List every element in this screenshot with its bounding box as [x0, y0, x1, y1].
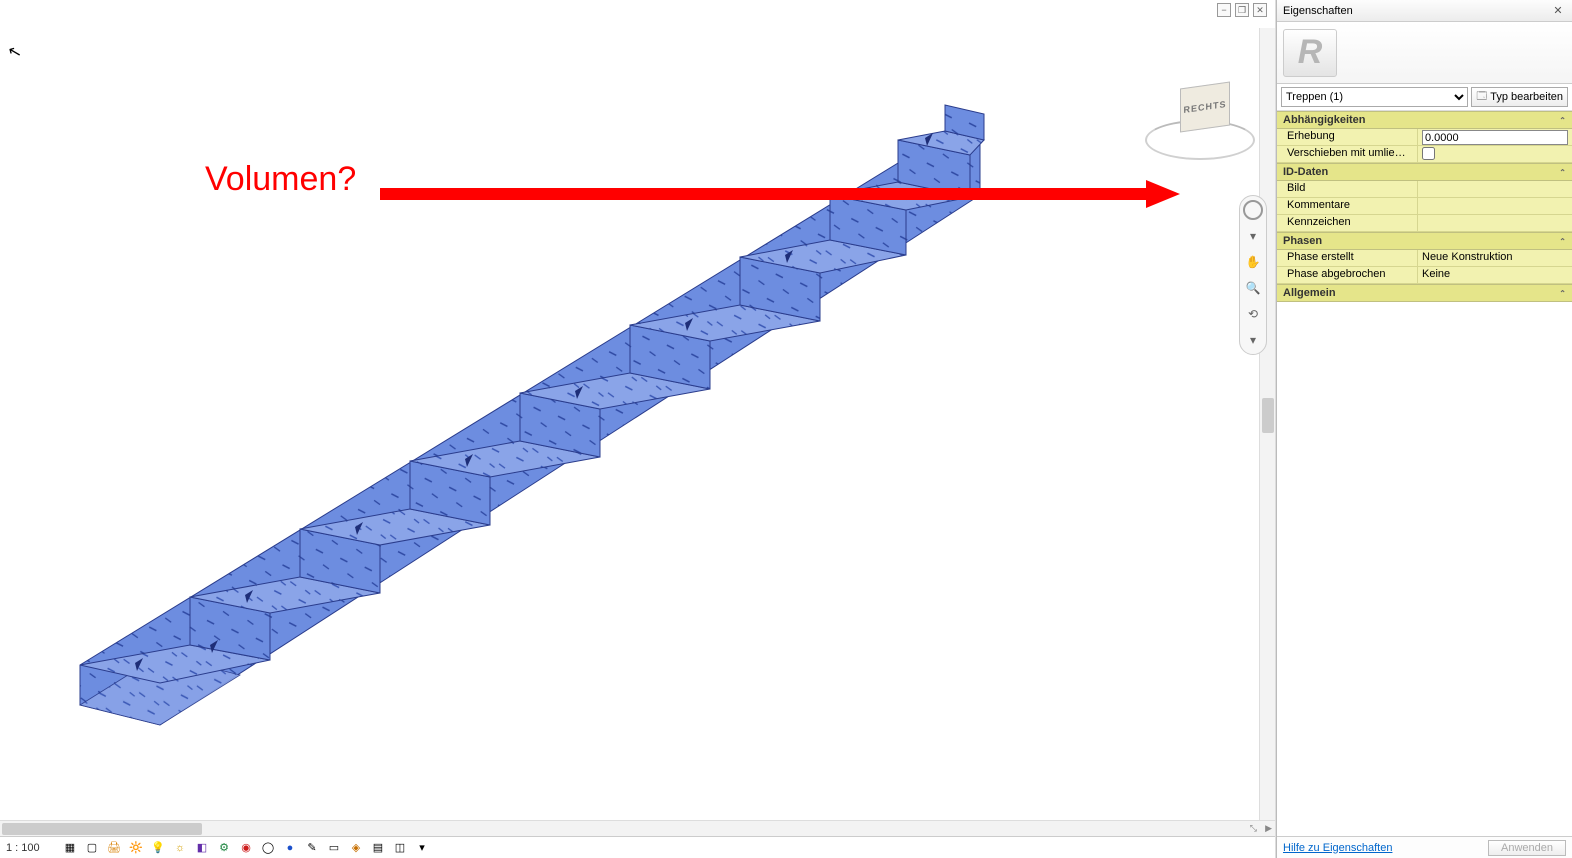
nav-expand-icon[interactable]: ▾ [1243, 226, 1263, 246]
property-value[interactable] [1417, 181, 1572, 197]
orbit-icon[interactable]: ⟲ [1243, 304, 1263, 324]
nav-more-icon[interactable]: ▾ [1243, 330, 1263, 350]
statusbar-icon-5[interactable]: ☼ [172, 840, 188, 856]
property-name: Kennzeichen [1277, 215, 1417, 231]
statusbar-icon-11[interactable]: ✎ [304, 840, 320, 856]
statusbar-icon-0[interactable]: ▦ [62, 840, 78, 856]
statusbar-icon-13[interactable]: ◈ [348, 840, 364, 856]
property-name: Kommentare [1277, 198, 1417, 214]
property-value[interactable] [1417, 215, 1572, 231]
statusbar-icon-9[interactable]: ◯ [260, 840, 276, 856]
edit-type-icon: 🗔 [1476, 89, 1487, 106]
property-group-header[interactable]: Abhängigkeiten⌃ [1277, 111, 1572, 129]
statusbar-icon-14[interactable]: ▤ [370, 840, 386, 856]
view-restore-button[interactable]: ❐ [1235, 3, 1249, 17]
panel-close-icon[interactable]: ✕ [1550, 3, 1566, 19]
viewcube-face-right[interactable]: RECHTS [1180, 81, 1230, 132]
mouse-cursor-icon: ↖ [6, 41, 24, 64]
property-value[interactable] [1417, 129, 1572, 145]
expand-icon[interactable]: ⌃ [1559, 116, 1566, 125]
statusbar-icon-16[interactable]: ▾ [414, 840, 430, 856]
property-value[interactable] [1417, 198, 1572, 214]
expand-icon[interactable]: ⌃ [1559, 168, 1566, 177]
expand-icon[interactable]: ⌃ [1559, 289, 1566, 298]
statusbar-icon-10[interactable]: ● [282, 840, 298, 856]
property-row[interactable]: Bild [1277, 181, 1572, 198]
viewcube[interactable]: RECHTS [1145, 85, 1255, 170]
arrow-shaft [380, 188, 1150, 200]
property-row[interactable]: Verschieben mit umlieg... [1277, 146, 1572, 163]
property-row[interactable]: Phase erstelltNeue Konstruktion [1277, 250, 1572, 267]
type-selector-dropdown[interactable]: Treppen (1) [1281, 87, 1468, 107]
property-row[interactable]: Erhebung [1277, 129, 1572, 146]
property-name: Erhebung [1277, 129, 1417, 145]
viewport-scroll-vertical[interactable] [1259, 28, 1275, 820]
type-preview: R [1277, 22, 1572, 84]
statusbar-icon-1[interactable]: ▢ [84, 840, 100, 856]
viewport-3d[interactable]: ↖ − ❐ ✕ RECHTS ▾ ✋ 🔍 ⟲ ▾ Volumen? [0, 0, 1276, 858]
steering-wheel-icon[interactable] [1243, 200, 1263, 220]
statusbar-icon-12[interactable]: ▭ [326, 840, 342, 856]
property-value[interactable] [1417, 146, 1572, 162]
property-checkbox[interactable] [1422, 147, 1435, 160]
annotation-label: Volumen? [205, 160, 356, 199]
apply-button[interactable]: Anwenden [1488, 840, 1566, 856]
expand-icon[interactable]: ⌃ [1559, 237, 1566, 246]
edit-type-button[interactable]: 🗔 Typ bearbeiten [1471, 87, 1568, 107]
edit-type-label: Typ bearbeiten [1490, 91, 1563, 103]
statusbar-icon-8[interactable]: ◉ [238, 840, 254, 856]
zoom-icon[interactable]: 🔍 [1243, 278, 1263, 298]
property-name: Bild [1277, 181, 1417, 197]
scroll-right-arrow-icon[interactable]: ▶ [1265, 823, 1272, 834]
statusbar-icon-4[interactable]: 💡 [150, 840, 166, 856]
properties-title-label: Eigenschaften [1283, 5, 1353, 17]
properties-list[interactable]: Abhängigkeiten⌃ErhebungVerschieben mit u… [1277, 111, 1572, 836]
arrow-head-icon [1146, 180, 1180, 208]
annotation-arrow [380, 180, 1180, 208]
scroll-resize-icon[interactable]: ⤡ [1250, 823, 1257, 834]
property-name: Verschieben mit umlieg... [1277, 146, 1417, 162]
property-name: Phase erstellt [1277, 250, 1417, 266]
revit-logo-icon: R [1283, 29, 1337, 77]
view-minimize-button[interactable]: − [1217, 3, 1231, 17]
view-control-bar: 1 : 100 ▦ ▢ 🖨 🔆 💡 ☼ ◧ ⚙ ◉ ◯ ● ✎ ▭ ◈ ▤ ◫ … [0, 836, 1275, 858]
statusbar-icon-15[interactable]: ◫ [392, 840, 408, 856]
viewport-scroll-horizontal[interactable]: ⤡ ▶ [0, 820, 1275, 836]
statusbar-icon-3[interactable]: 🔆 [128, 840, 144, 856]
property-row[interactable]: Kommentare [1277, 198, 1572, 215]
property-name: Phase abgebrochen [1277, 267, 1417, 283]
pan-icon[interactable]: ✋ [1243, 252, 1263, 272]
properties-panel-title-bar[interactable]: Eigenschaften ✕ [1277, 0, 1572, 22]
statusbar-icon-2[interactable]: 🖨 [106, 840, 122, 856]
properties-panel: Eigenschaften ✕ R Treppen (1) 🗔 Typ bear… [1276, 0, 1572, 858]
scroll-v-thumb[interactable] [1262, 398, 1274, 433]
app-root: ↖ − ❐ ✕ RECHTS ▾ ✋ 🔍 ⟲ ▾ Volumen? [0, 0, 1572, 858]
property-group-header[interactable]: ID-Daten⌃ [1277, 163, 1572, 181]
scroll-h-thumb[interactable] [2, 823, 202, 835]
navigation-bar: ▾ ✋ 🔍 ⟲ ▾ [1239, 195, 1267, 355]
properties-footer: Hilfe zu Eigenschaften Anwenden [1277, 836, 1572, 858]
property-group-header[interactable]: Phasen⌃ [1277, 232, 1572, 250]
properties-help-link[interactable]: Hilfe zu Eigenschaften [1283, 842, 1392, 854]
view-window-controls: − ❐ ✕ [1217, 3, 1267, 17]
statusbar-icon-6[interactable]: ◧ [194, 840, 210, 856]
view-close-button[interactable]: ✕ [1253, 3, 1267, 17]
property-group-header[interactable]: Allgemein⌃ [1277, 284, 1572, 302]
property-value[interactable]: Neue Konstruktion [1417, 250, 1572, 266]
property-text-input[interactable] [1422, 130, 1568, 145]
property-value[interactable]: Keine [1417, 267, 1572, 283]
property-row[interactable]: Phase abgebrochenKeine [1277, 267, 1572, 284]
property-row[interactable]: Kennzeichen [1277, 215, 1572, 232]
view-scale[interactable]: 1 : 100 [6, 842, 46, 854]
type-selector-row: Treppen (1) 🗔 Typ bearbeiten [1277, 84, 1572, 111]
statusbar-icon-7[interactable]: ⚙ [216, 840, 232, 856]
